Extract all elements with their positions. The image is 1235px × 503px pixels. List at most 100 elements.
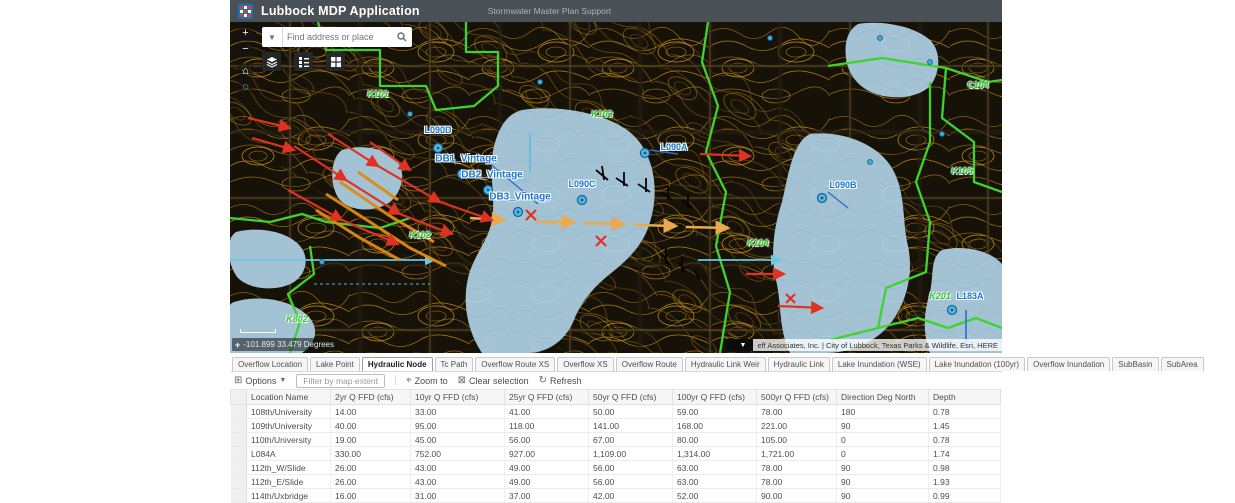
filter-by-extent-button[interactable]: Filter by map extent bbox=[296, 374, 385, 388]
tab-tc-path[interactable]: Tc Path bbox=[435, 357, 474, 371]
table-row[interactable]: 108th/University14.0033.0041.0050.0059.0… bbox=[231, 405, 1001, 419]
toolbar-separator bbox=[395, 375, 396, 386]
table-row[interactable]: 110th/University19.0045.0056.0067.0080.0… bbox=[231, 433, 1001, 447]
table-cell: 0 bbox=[837, 447, 929, 461]
table-cell: 90 bbox=[837, 461, 929, 475]
tab-overflow-inundation[interactable]: Overflow Inundation bbox=[1027, 357, 1110, 371]
column-header-25yr-q-ffd-cfs[interactable]: 25yr Q FFD (cfs) bbox=[505, 390, 589, 405]
table-cell: 19.00 bbox=[331, 433, 411, 447]
options-button[interactable]: ⊞ Options ▼ bbox=[234, 376, 286, 386]
map-label-db3-vintage[interactable]: DB3_Vintage bbox=[489, 192, 551, 203]
column-header-10yr-q-ffd-cfs[interactable]: 10yr Q FFD (cfs) bbox=[411, 390, 505, 405]
row-selector[interactable] bbox=[231, 405, 247, 419]
clear-selection-button[interactable]: ⊠ Clear selection bbox=[458, 376, 529, 386]
map-label-k101[interactable]: K101 bbox=[367, 89, 389, 99]
map-label-k102[interactable]: K102 bbox=[409, 230, 431, 240]
row-selector[interactable] bbox=[231, 489, 247, 503]
tab-lake-inundation-100yr[interactable]: Lake Inundation (100yr) bbox=[929, 357, 1026, 371]
map-label-db1-vintage[interactable]: DB1_Vintage bbox=[435, 154, 497, 165]
app-title: Lubbock MDP Application bbox=[261, 4, 420, 18]
map-label-c104[interactable]: C104 bbox=[967, 80, 989, 90]
app-header: Lubbock MDP Application Stormwater Maste… bbox=[230, 0, 1002, 22]
table-cell: 40.00 bbox=[331, 419, 411, 433]
zoom-to-pin-icon: ⌖ bbox=[406, 376, 412, 386]
zoom-to-button[interactable]: ⌖ Zoom to bbox=[406, 376, 448, 386]
table-row[interactable]: 112th_W/Slide26.0043.0049.0056.0063.0078… bbox=[231, 461, 1001, 475]
home-button[interactable]: ⌂ bbox=[238, 64, 253, 79]
search-icon[interactable] bbox=[392, 27, 412, 47]
row-selector[interactable] bbox=[231, 419, 247, 433]
table-row[interactable]: 114th/Uxbridge16.0031.0037.0042.0052.009… bbox=[231, 489, 1001, 503]
search-input[interactable] bbox=[283, 27, 392, 47]
column-header-50yr-q-ffd-cfs[interactable]: 50yr Q FFD (cfs) bbox=[589, 390, 673, 405]
table-cell: 1,721.00 bbox=[757, 447, 837, 461]
row-selector[interactable] bbox=[231, 433, 247, 447]
options-caret-icon: ▼ bbox=[279, 377, 286, 384]
row-selector[interactable] bbox=[231, 461, 247, 475]
table-cell: 49.00 bbox=[505, 461, 589, 475]
table-row[interactable]: 109th/University40.0095.00118.00141.0016… bbox=[231, 419, 1001, 433]
table-cell: 0.98 bbox=[929, 461, 1001, 475]
table-cell: 0.99 bbox=[929, 489, 1001, 503]
tab-overflow-route-xs[interactable]: Overflow Route XS bbox=[475, 357, 555, 371]
table-toolbar: ⊞ Options ▼ Filter by map extent ⌖ Zoom … bbox=[230, 371, 1002, 390]
layers-icon bbox=[266, 56, 278, 68]
table-cell: 63.00 bbox=[673, 475, 757, 489]
map-canvas[interactable]: K101 K103 C104 K105 K102 K104 K201 K802 L090D DB1… bbox=[230, 22, 1002, 353]
map-label-db2-vintage[interactable]: DB2_Vintage bbox=[461, 170, 523, 181]
refresh-button[interactable]: ↻ Refresh bbox=[539, 376, 582, 386]
map-label-k103[interactable]: K103 bbox=[591, 109, 613, 119]
table-cell: 45.00 bbox=[411, 433, 505, 447]
zoom-in-button[interactable]: + bbox=[238, 26, 253, 41]
table-cell: 42.00 bbox=[589, 489, 673, 503]
row-selector[interactable] bbox=[231, 447, 247, 461]
scale-bar bbox=[240, 329, 276, 333]
table-cell: 95.00 bbox=[411, 419, 505, 433]
row-selector[interactable] bbox=[231, 475, 247, 489]
locate-button[interactable]: ◌ bbox=[238, 80, 253, 95]
table-cell: 26.00 bbox=[331, 461, 411, 475]
column-header-direction-deg-north[interactable]: Direction Deg North bbox=[837, 390, 929, 405]
column-header-location-name[interactable]: Location Name bbox=[247, 390, 331, 405]
tab-hydraulic-link[interactable]: Hydraulic Link bbox=[768, 357, 830, 371]
tab-subarea[interactable]: SubArea bbox=[1161, 357, 1204, 371]
tab-hydraulic-node[interactable]: Hydraulic Node bbox=[362, 357, 433, 371]
basemap-gallery-button[interactable] bbox=[326, 52, 345, 71]
map-label-l090d[interactable]: L090D bbox=[424, 125, 451, 135]
map-label-k104[interactable]: K104 bbox=[747, 238, 769, 248]
table-cell: 927.00 bbox=[505, 447, 589, 461]
column-header-2yr-q-ffd-cfs[interactable]: 2yr Q FFD (cfs) bbox=[331, 390, 411, 405]
column-header-500yr-q-ffd-cfs[interactable]: 500yr Q FFD (cfs) bbox=[757, 390, 837, 405]
header-gutter bbox=[231, 390, 247, 405]
app-logo-icon bbox=[238, 4, 253, 19]
search-source-dropdown[interactable]: ▼ bbox=[262, 27, 283, 47]
table-cell: 90 bbox=[837, 419, 929, 433]
tab-overflow-route[interactable]: Overflow Route bbox=[616, 357, 683, 371]
coordinate-widget[interactable]: + -101.899 33.479 Degrees bbox=[232, 338, 340, 351]
map-label-l090c[interactable]: L090C bbox=[568, 179, 595, 189]
table-row[interactable]: L084A330.00752.00927.001,109.001,314.001… bbox=[231, 447, 1001, 461]
column-header-100yr-q-ffd-cfs[interactable]: 100yr Q FFD (cfs) bbox=[673, 390, 757, 405]
tab-subbasin[interactable]: SubBasin bbox=[1112, 357, 1158, 371]
map-label-k802[interactable]: K802 bbox=[286, 314, 308, 324]
column-header-depth[interactable]: Depth bbox=[929, 390, 1001, 405]
tab-lake-point[interactable]: Lake Point bbox=[310, 357, 360, 371]
basemap-grid-icon bbox=[330, 56, 342, 68]
map-label-l090a[interactable]: L090A bbox=[660, 142, 687, 152]
tab-overflow-location[interactable]: Overflow Location bbox=[232, 357, 308, 371]
legend-widget-button[interactable] bbox=[294, 52, 313, 71]
map-label-l090b[interactable]: L090B bbox=[829, 180, 856, 190]
tab-hydraulic-link-weir[interactable]: Hydraulic Link Weir bbox=[685, 357, 766, 371]
table-cell: 43.00 bbox=[411, 461, 505, 475]
table-cell: 109th/University bbox=[247, 419, 331, 433]
zoom-out-button[interactable]: − bbox=[238, 42, 253, 57]
tab-lake-inundation-wse[interactable]: Lake Inundation (WSE) bbox=[832, 357, 927, 371]
table-row[interactable]: 112th_E/Slide26.0043.0049.0056.0063.0078… bbox=[231, 475, 1001, 489]
clear-selection-icon: ⊠ bbox=[458, 376, 466, 386]
map-label-k201[interactable]: K201 bbox=[929, 291, 951, 301]
tab-overflow-xs[interactable]: Overflow XS bbox=[557, 357, 613, 371]
map-label-k105[interactable]: K105 bbox=[951, 166, 973, 176]
layers-widget-button[interactable] bbox=[262, 52, 281, 71]
map-label-l183a[interactable]: L183A bbox=[956, 291, 983, 301]
table-cell: 330.00 bbox=[331, 447, 411, 461]
